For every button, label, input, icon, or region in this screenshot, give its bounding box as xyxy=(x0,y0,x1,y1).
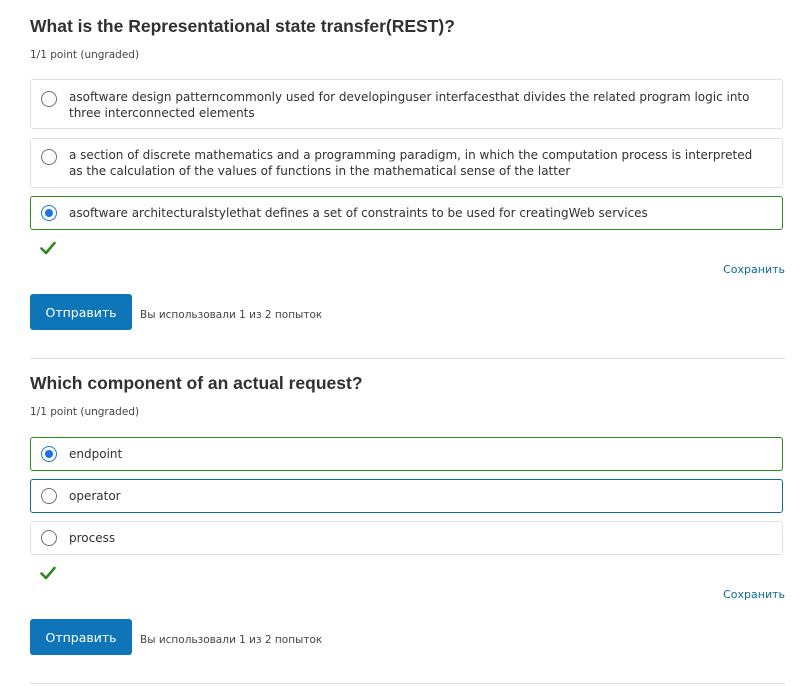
save-link[interactable]: Сохранить xyxy=(723,588,785,601)
question-points: 1/1 point (ungraded) xyxy=(30,406,140,418)
checkmark-icon xyxy=(40,241,56,255)
attempts-text: Вы использовали 1 из 2 попыток xyxy=(140,634,323,646)
submit-button[interactable]: Отправить xyxy=(30,294,132,330)
choice-label: process xyxy=(69,531,116,545)
radio-button[interactable] xyxy=(41,530,57,546)
choice-1-option-2[interactable]: a section of discrete mathematics and a … xyxy=(30,138,783,188)
choice-2-option-1[interactable]: endpoint xyxy=(30,437,783,471)
question-title: What is the Representational state trans… xyxy=(30,16,455,36)
choice-label: operator xyxy=(69,489,121,503)
radio-button[interactable] xyxy=(41,149,57,165)
choice-2-option-3[interactable]: process xyxy=(30,521,783,555)
choice-label: asoftware architecturalstylethat defines… xyxy=(69,206,648,220)
radio-button[interactable] xyxy=(41,91,57,107)
choice-2-option-2[interactable]: operator xyxy=(30,479,783,513)
choice-label: asoftware design patterncommonly used fo… xyxy=(69,90,750,120)
radio-button-selected[interactable] xyxy=(41,446,57,462)
problem-divider xyxy=(30,358,785,359)
question-points: 1/1 point (ungraded) xyxy=(30,49,140,61)
checkmark-icon xyxy=(40,566,56,580)
attempts-text: Вы использовали 1 из 2 попыток xyxy=(140,309,323,321)
save-link[interactable]: Сохранить xyxy=(723,263,785,276)
question-title: Which component of an actual request? xyxy=(30,373,363,393)
radio-button[interactable] xyxy=(41,488,57,504)
problem-divider xyxy=(30,683,785,684)
choice-1-option-1[interactable]: asoftware design patterncommonly used fo… xyxy=(30,79,783,129)
submit-button[interactable]: Отправить xyxy=(30,619,132,655)
radio-button-selected[interactable] xyxy=(41,205,57,221)
choice-label: a section of discrete mathematics and a … xyxy=(69,148,753,178)
choice-1-option-3[interactable]: asoftware architecturalstylethat defines… xyxy=(30,196,783,230)
choice-label: endpoint xyxy=(69,447,123,461)
